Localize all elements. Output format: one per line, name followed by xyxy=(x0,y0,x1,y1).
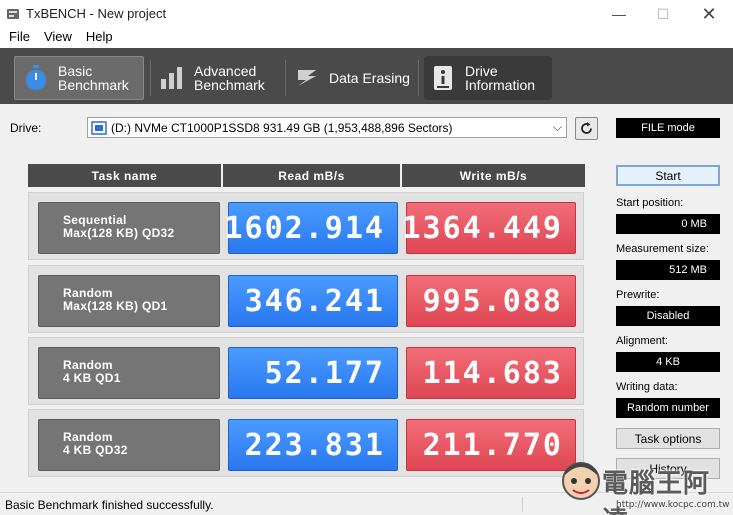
info-icon xyxy=(430,65,456,91)
prewrite-label: Prewrite: xyxy=(616,289,660,301)
maximize-button[interactable]: ☐ xyxy=(640,0,686,28)
measurement-size-label: Measurement size: xyxy=(616,243,709,255)
writing-data-label: Writing data: xyxy=(616,381,678,393)
tab-advanced-benchmark[interactable]: Advanced Benchmark xyxy=(157,56,279,100)
writing-data-value[interactable]: Random number xyxy=(616,398,720,418)
task-button[interactable]: Random 4 KB QD1 xyxy=(38,347,220,399)
drive-select[interactable]: (D:) NVMe CT1000P1SSD8 931.49 GB (1,953,… xyxy=(87,117,567,138)
app-icon xyxy=(7,9,19,19)
tab-label-line2: Benchmark xyxy=(194,77,265,93)
tab-basic-benchmark[interactable]: Basic Benchmark xyxy=(14,56,144,100)
task-line2: Max(128 KB) QD32 xyxy=(63,226,175,240)
table-row: Random 4 KB QD32 223.831 211.770 xyxy=(28,409,584,477)
tab-label-line1: Advanced xyxy=(194,63,257,79)
tab-label-line1: Data Erasing xyxy=(329,70,410,86)
task-button[interactable]: Sequential Max(128 KB) QD32 xyxy=(38,202,220,254)
tab-data-erasing[interactable]: Data Erasing xyxy=(292,56,412,100)
header-read: Read mB/s xyxy=(223,164,400,187)
drive-icon xyxy=(91,120,107,135)
tab-label-line2: Benchmark xyxy=(58,77,129,93)
close-button[interactable]: ✕ xyxy=(686,0,732,28)
alignment-value[interactable]: 4 KB xyxy=(616,352,720,372)
watermark: 電腦王阿達 http://www.kocpc.com.tw xyxy=(558,455,733,515)
header-task-name: Task name xyxy=(28,164,221,187)
write-value: 211.770 xyxy=(406,419,576,471)
task-line2: 4 KB QD1 xyxy=(63,371,121,385)
tab-divider xyxy=(150,60,151,96)
stopwatch-icon xyxy=(23,65,49,91)
window-title: TxBENCH - New project xyxy=(26,6,167,21)
table-row: Random 4 KB QD1 52.177 114.683 xyxy=(28,337,584,405)
menu-file[interactable]: File xyxy=(0,28,37,48)
tab-divider xyxy=(418,60,419,96)
refresh-icon xyxy=(581,122,592,134)
task-line2: 4 KB QD32 xyxy=(63,443,128,457)
header-write: Write mB/s xyxy=(402,164,585,187)
tab-label-line2: Information xyxy=(465,77,536,93)
main-panel: Drive: (D:) NVMe CT1000P1SSD8 931.49 GB … xyxy=(0,104,733,492)
tab-label-line1: Drive xyxy=(465,63,498,79)
tab-divider xyxy=(285,60,286,96)
watermark-url: http://www.kocpc.com.tw xyxy=(616,500,730,510)
alignment-label: Alignment: xyxy=(616,335,668,347)
table-row: Random Max(128 KB) QD1 346.241 995.088 xyxy=(28,265,584,333)
title-bar: TxBENCH - New project — ☐ ✕ xyxy=(0,0,733,28)
task-options-button[interactable]: Task options xyxy=(616,428,720,449)
task-line2: Max(128 KB) QD1 xyxy=(63,299,168,313)
toolbar: Basic Benchmark Advanced Benchmark Data … xyxy=(0,48,733,104)
menu-bar: File View Help xyxy=(0,28,733,48)
write-value: 114.683 xyxy=(406,347,576,399)
table-row: Sequential Max(128 KB) QD32 1602.914 136… xyxy=(28,192,584,260)
mode-indicator: FILE mode xyxy=(616,118,720,138)
read-value: 1602.914 xyxy=(225,202,398,254)
chevron-down-icon: ⌵ xyxy=(552,120,562,134)
bar-chart-icon xyxy=(159,65,185,91)
read-value: 223.831 xyxy=(228,419,398,471)
status-text: Basic Benchmark finished successfully. xyxy=(5,498,214,512)
minimize-button[interactable]: — xyxy=(596,0,642,28)
status-divider xyxy=(522,497,523,512)
task-button[interactable]: Random Max(128 KB) QD1 xyxy=(38,275,220,327)
measurement-size-value[interactable]: 512 MB xyxy=(616,260,720,280)
table-header: Task name Read mB/s Write mB/s xyxy=(28,164,585,187)
start-position-label: Start position: xyxy=(616,197,684,209)
menu-view[interactable]: View xyxy=(37,28,79,48)
tab-label-line1: Basic xyxy=(58,63,93,79)
eraser-icon xyxy=(294,65,320,91)
task-button[interactable]: Random 4 KB QD32 xyxy=(38,419,220,471)
write-value: 995.088 xyxy=(406,275,576,327)
mascot-logo-icon xyxy=(562,462,600,500)
start-position-value[interactable]: 0 MB xyxy=(616,214,720,234)
tab-drive-information[interactable]: Drive Information xyxy=(424,56,552,100)
menu-help[interactable]: Help xyxy=(79,28,120,48)
write-value: 1364.449 xyxy=(403,202,576,254)
drive-select-value: (D:) NVMe CT1000P1SSD8 931.49 GB (1,953,… xyxy=(111,120,453,135)
prewrite-value[interactable]: Disabled xyxy=(616,306,720,326)
drive-label: Drive: xyxy=(10,121,42,135)
start-button[interactable]: Start xyxy=(616,165,720,186)
read-value: 52.177 xyxy=(228,347,398,399)
read-value: 346.241 xyxy=(228,275,398,327)
refresh-button[interactable] xyxy=(575,117,598,140)
